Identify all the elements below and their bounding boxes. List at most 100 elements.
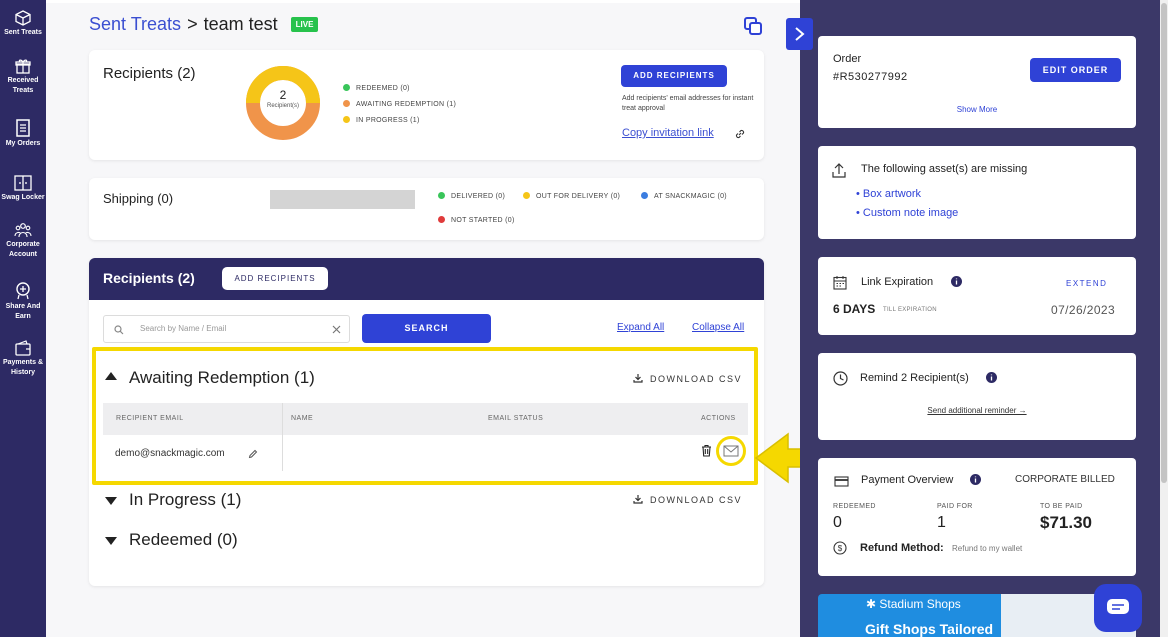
credit-card-icon — [834, 476, 849, 487]
group-in-progress-title[interactable]: In Progress (1) — [129, 490, 241, 510]
expand-caret-icon[interactable] — [105, 497, 117, 505]
left-nav: Sent Treats Received Treats My Orders Sw… — [0, 0, 46, 637]
collapse-caret-icon[interactable] — [105, 372, 117, 380]
payment-overview-card: Payment Overview CORPORATE BILLED REDEEM… — [818, 458, 1136, 576]
extend-link[interactable]: EXTEND — [1066, 279, 1107, 288]
download-icon — [633, 374, 643, 383]
nav-sent-treats[interactable]: Sent Treats — [0, 10, 46, 38]
legend-awaiting: AWAITING REDEMPTION (1) — [343, 100, 456, 108]
svg-text:$: $ — [838, 544, 843, 553]
legend-label: OUT FOR DELIVERY (0) — [536, 193, 621, 200]
legend-dot — [343, 100, 350, 107]
collapse-all-link[interactable]: Collapse All — [692, 322, 744, 333]
search-input[interactable]: Search by Name / Email — [103, 315, 350, 343]
search-button[interactable]: SEARCH — [362, 314, 491, 343]
info-icon[interactable] — [986, 372, 997, 383]
add-recipients-button-secondary[interactable]: ADD RECIPIENTS — [222, 267, 328, 290]
banner-headline: Gift Shops Tailored — [865, 621, 994, 637]
edit-order-button[interactable]: EDIT ORDER — [1030, 58, 1121, 82]
legend-dot — [438, 192, 445, 199]
expand-all-link[interactable]: Expand All — [617, 322, 664, 333]
missing-item-label: Box artwork — [862, 188, 921, 200]
payment-title: Payment Overview — [861, 474, 954, 486]
nav-label: Share And Earn — [5, 303, 41, 320]
to-be-paid-value: $71.30 — [1040, 513, 1092, 532]
clear-icon[interactable] — [332, 325, 341, 334]
group-awaiting-title[interactable]: Awaiting Redemption (1) — [129, 368, 315, 388]
info-icon[interactable] — [951, 276, 962, 287]
nav-payments-history[interactable]: Payments & History — [0, 340, 46, 378]
link-expiration-card: Link Expiration EXTEND 6 DAYS TILL EXPIR… — [818, 257, 1136, 335]
show-more-link[interactable]: Show More — [818, 105, 1136, 114]
nav-corporate-account[interactable]: Corporate Account — [0, 222, 46, 260]
share-icon — [16, 282, 30, 300]
legend-dot — [343, 116, 350, 123]
delete-icon[interactable] — [701, 444, 712, 457]
legend-in-progress: IN PROGRESS (1) — [343, 116, 420, 124]
calendar-icon — [833, 276, 847, 290]
col-actions: ACTIONS — [701, 415, 736, 422]
refund-method-label: Refund Method: — [860, 542, 944, 554]
group-redeemed-title[interactable]: Redeemed (0) — [129, 530, 238, 550]
legend-label: REDEEMED (0) — [356, 85, 410, 92]
to-be-paid-label: TO BE PAID — [1040, 503, 1083, 510]
legend-redeemed: REDEEMED (0) — [343, 84, 410, 92]
scrollbar-thumb[interactable] — [1161, 3, 1167, 483]
live-badge: LIVE — [290, 17, 319, 32]
legend-out-for-delivery: OUT FOR DELIVERY (0) — [523, 192, 620, 200]
nav-label: Sent Treats — [4, 29, 42, 36]
banner-brand-label: Stadium Shops — [879, 597, 961, 611]
legend-not-started: NOT STARTED (0) — [438, 216, 515, 224]
chat-button[interactable] — [1094, 584, 1142, 632]
donut-subtitle: Recipient(s) — [266, 103, 299, 109]
breadcrumb-sent-treats[interactable]: Sent Treats — [89, 14, 181, 34]
duplicate-icon — [744, 17, 762, 35]
nav-label: Swag Locker — [1, 194, 45, 201]
shipping-card: Shipping (0) DELIVERED (0) OUT FOR DELIV… — [89, 178, 764, 240]
missing-assets-card: The following asset(s) are missing • Box… — [818, 146, 1136, 239]
col-email-status: EMAIL STATUS — [488, 415, 544, 422]
shipping-title: Shipping (0) — [103, 191, 174, 206]
expiration-date: 07/26/2023 — [1051, 303, 1116, 317]
right-panel: Order #R530277992 EDIT ORDER Show More T… — [786, 0, 1160, 637]
link-icon[interactable] — [734, 128, 746, 140]
edit-icon[interactable] — [248, 449, 258, 459]
send-reminder-link[interactable]: Send additional reminder → — [818, 406, 1136, 415]
breadcrumb-current: team test — [203, 14, 278, 34]
search-placeholder: Search by Name / Email — [140, 324, 227, 333]
nav-my-orders[interactable]: My Orders — [0, 119, 46, 149]
copy-invitation-label: Copy invitation link — [622, 127, 714, 139]
stadium-shops-banner[interactable]: ✱ Stadium Shops Gift Shops Tailored — [818, 594, 1136, 637]
add-recipients-button[interactable]: ADD RECIPIENTS — [621, 65, 727, 87]
recipients-list-header: Recipients (2) ADD RECIPIENTS — [89, 258, 764, 300]
missing-item-note-image[interactable]: • Custom note image — [856, 207, 958, 219]
nav-received-treats[interactable]: Received Treats — [0, 58, 46, 96]
nav-swag-locker[interactable]: Swag Locker — [0, 175, 46, 203]
donut-count: 2 — [279, 88, 287, 102]
nav-share-and-earn[interactable]: Share And Earn — [0, 282, 46, 322]
banner-brand: ✱ Stadium Shops — [866, 597, 961, 611]
legend-dot — [438, 216, 445, 223]
missing-item-box-artwork[interactable]: • Box artwork — [856, 188, 921, 200]
breadcrumb-separator: > — [187, 14, 198, 34]
expand-caret-icon[interactable] — [105, 537, 117, 545]
download-csv-in-progress[interactable]: DOWNLOAD CSV — [650, 495, 742, 505]
shipping-progress-bar — [270, 190, 415, 209]
toggle-panel-button[interactable] — [786, 18, 813, 50]
info-icon[interactable] — [970, 474, 981, 485]
till-expiration-label: TILL EXPIRATION — [883, 307, 937, 313]
missing-title: The following asset(s) are missing — [861, 163, 1028, 175]
copy-invitation-link[interactable]: Copy invitation link — [622, 127, 714, 139]
add-recipients-help: Add recipients' email addresses for inst… — [622, 95, 754, 112]
download-csv-awaiting[interactable]: DOWNLOAD CSV — [650, 374, 742, 384]
missing-item-label: Custom note image — [862, 207, 959, 219]
envelope-icon[interactable] — [723, 445, 739, 457]
link-expiration-title: Link Expiration — [861, 276, 934, 288]
remind-card: Remind 2 Recipient(s) Send additional re… — [818, 353, 1136, 440]
nav-label: Corporate Account — [6, 241, 40, 258]
refund-method-value: Refund to my wallet — [952, 544, 1023, 553]
column-divider — [282, 403, 283, 471]
legend-dot — [523, 192, 530, 199]
team-icon — [14, 223, 32, 238]
duplicate-button[interactable] — [743, 16, 763, 41]
